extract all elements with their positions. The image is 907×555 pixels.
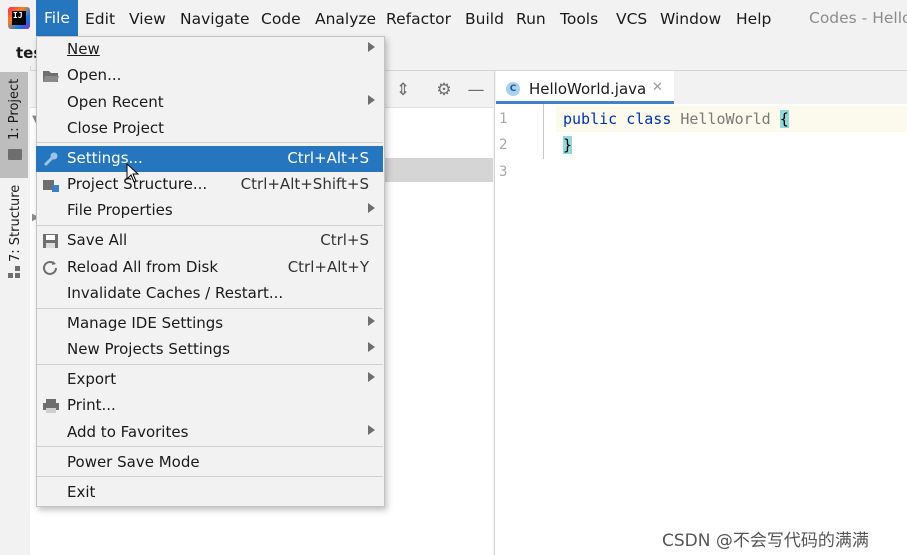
menu-edit[interactable]: Edit: [85, 9, 115, 29]
menu-bar: IJ File Edit View Navigate Code Analyze …: [0, 0, 907, 36]
menu-separator: [37, 142, 383, 143]
menu-vcs[interactable]: VCS: [616, 9, 647, 29]
menu-item-open-recent[interactable]: Open Recent: [36, 90, 383, 116]
open-folder-icon: [43, 71, 59, 82]
submenu-arrow-icon: [368, 203, 375, 213]
menu-item-label: Open...: [67, 66, 122, 84]
line-number: 1: [499, 111, 508, 127]
reload-icon: [43, 260, 57, 275]
close-icon[interactable]: ✕: [652, 80, 663, 95]
folder-icon: [8, 149, 22, 160]
intellij-logo-icon: IJ: [8, 7, 30, 29]
tree-selected-row[interactable]: [384, 158, 493, 182]
menu-item-add-to-favorites[interactable]: Add to Favorites: [36, 420, 383, 446]
menu-help[interactable]: Help: [736, 9, 771, 29]
menu-item-close-project[interactable]: Close Project: [36, 116, 383, 142]
save-icon: [43, 234, 58, 248]
java-class-icon: C: [506, 82, 520, 96]
close-brace: }: [563, 136, 573, 154]
code-line-1[interactable]: public class HelloWorld {: [563, 110, 789, 128]
window-title: Codes - Hello: [809, 9, 907, 27]
menu-refactor[interactable]: Refactor: [386, 9, 451, 29]
menu-item-new-projects-settings[interactable]: New Projects Settings: [36, 337, 383, 363]
open-brace: {: [779, 110, 789, 128]
menu-item-label: Close Project: [67, 119, 164, 137]
wrench-icon: [43, 152, 58, 167]
submenu-arrow-icon: [368, 425, 375, 435]
code-line-2[interactable]: }: [563, 136, 573, 154]
mouse-cursor-icon: [126, 163, 140, 183]
menu-item-new[interactable]: New: [36, 37, 383, 63]
menu-run[interactable]: Run: [516, 9, 546, 29]
menu-item-manage-ide-settings[interactable]: Manage IDE Settings: [36, 311, 383, 337]
menu-item-shortcut: Ctrl+S: [320, 231, 369, 249]
menu-view[interactable]: View: [129, 9, 166, 29]
structure-icon: [8, 266, 20, 278]
keyword-class: class: [626, 110, 672, 128]
editor-tab-label[interactable]: HelloWorld.java: [529, 80, 646, 98]
menu-item-label: Open Recent: [67, 93, 164, 111]
menu-separator: [37, 476, 383, 477]
menu-item-shortcut: Ctrl+Alt+Y: [287, 258, 369, 276]
menu-item-print[interactable]: Print...: [36, 393, 383, 419]
menu-item-label: Reload All from Disk: [67, 258, 219, 276]
collapse-all-icon[interactable]: ⇕: [393, 80, 413, 100]
menu-item-label: Invalidate Caches / Restart...: [67, 284, 284, 302]
menu-item-label: Power Save Mode: [67, 453, 200, 471]
keyword-public: public: [563, 110, 618, 128]
project-structure-icon: [43, 180, 59, 192]
menu-build[interactable]: Build: [465, 9, 504, 29]
submenu-arrow-icon: [368, 372, 375, 382]
menu-item-exit[interactable]: Exit: [36, 480, 383, 506]
menu-item-label: New: [67, 40, 100, 58]
menu-item-label: Manage IDE Settings: [67, 314, 224, 332]
gear-icon[interactable]: ⚙: [434, 80, 454, 100]
menu-separator: [37, 308, 383, 309]
watermark: CSDN @不会写代码的满满: [662, 531, 869, 551]
menu-item-invalidate-caches[interactable]: Invalidate Caches / Restart...: [36, 281, 383, 307]
line-number: 3: [499, 164, 508, 180]
menu-item-label: File Properties: [67, 201, 173, 219]
structure-tool-tab[interactable]: 7: Structure: [8, 185, 23, 262]
menu-item-open[interactable]: Open...: [36, 63, 383, 89]
class-name: HelloWorld: [680, 110, 771, 128]
menu-item-power-save-mode[interactable]: Power Save Mode: [36, 450, 383, 476]
menu-code[interactable]: Code: [261, 9, 301, 29]
print-icon: [43, 399, 59, 413]
menu-file[interactable]: File: [36, 0, 78, 36]
code-editor[interactable]: [556, 104, 907, 555]
menu-item-label: Add to Favorites: [67, 423, 189, 441]
menu-item-file-properties[interactable]: File Properties: [36, 198, 383, 224]
menu-separator: [37, 225, 383, 226]
submenu-arrow-icon: [368, 316, 375, 326]
menu-item-label: New Projects Settings: [67, 340, 230, 358]
project-tool-tab-label: 1: Project: [7, 78, 22, 140]
submenu-arrow-icon: [368, 42, 375, 52]
menu-item-label: Export: [67, 370, 117, 388]
menu-tools[interactable]: Tools: [560, 9, 598, 29]
menu-window[interactable]: Window: [660, 9, 721, 29]
menu-item-label: Exit: [67, 483, 96, 501]
menu-separator: [37, 446, 383, 447]
hide-icon[interactable]: —: [466, 80, 486, 100]
submenu-arrow-icon: [368, 342, 375, 352]
submenu-arrow-icon: [368, 95, 375, 105]
menu-separator: [37, 364, 383, 365]
menu-navigate[interactable]: Navigate: [180, 9, 250, 29]
line-number: 2: [499, 137, 508, 153]
menu-item-save-all[interactable]: Save All Ctrl+S: [36, 228, 383, 254]
menu-item-shortcut: Ctrl+Alt+S: [287, 149, 369, 167]
project-tool-tab[interactable]: 1: Project: [0, 72, 28, 178]
menu-item-settings[interactable]: Settings... Ctrl+Alt+S: [36, 146, 383, 172]
menu-item-label: Print...: [67, 396, 116, 414]
menu-item-export[interactable]: Export: [36, 367, 383, 393]
menu-item-shortcut: Ctrl+Alt+Shift+S: [240, 175, 369, 193]
menu-item-reload[interactable]: Reload All from Disk Ctrl+Alt+Y: [36, 255, 383, 281]
menu-item-project-structure[interactable]: Project Structure... Ctrl+Alt+Shift+S: [36, 172, 383, 198]
menu-item-label: Save All: [67, 231, 128, 249]
fold-indicator: [543, 104, 544, 159]
menu-analyze[interactable]: Analyze: [315, 9, 376, 29]
